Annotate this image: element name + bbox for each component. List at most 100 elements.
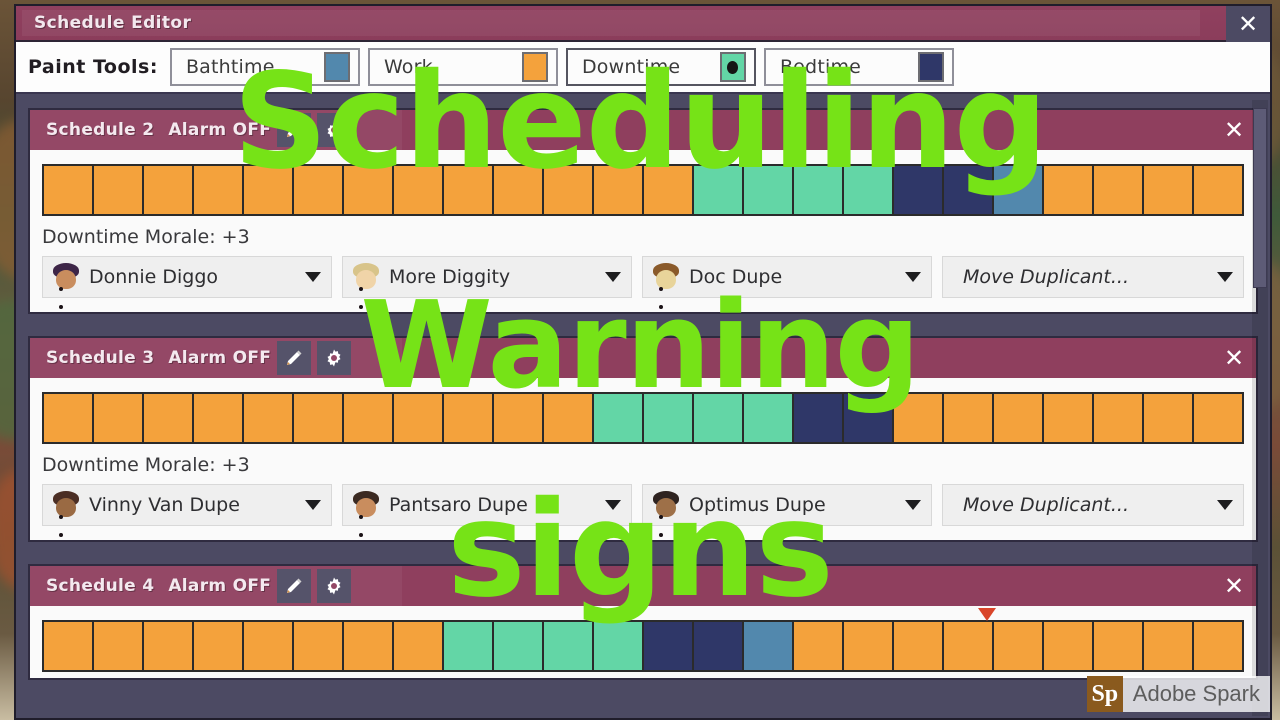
schedule-block[interactable] [994,622,1044,670]
schedule-block[interactable] [594,166,644,214]
schedule-block[interactable] [394,622,444,670]
schedule-block[interactable] [394,394,444,442]
schedule-block[interactable] [1194,166,1242,214]
schedule-block[interactable] [144,394,194,442]
move-duplicant-dropdown[interactable]: Move Duplicant... [942,256,1244,298]
schedule-block[interactable] [444,394,494,442]
schedule-block[interactable] [494,394,544,442]
duplicant-dropdown[interactable]: Optimus Dupe [642,484,932,537]
schedule-block[interactable] [494,166,544,214]
schedule-block[interactable] [594,394,644,442]
schedule-block[interactable] [444,166,494,214]
schedule-block[interactable] [844,622,894,670]
paint-tool-downtime[interactable]: Downtime [565,48,756,86]
schedule-block[interactable] [644,622,694,670]
duplicant-name: Optimus Dupe [689,494,826,516]
schedule-block[interactable] [894,394,944,442]
schedule-block[interactable] [1044,394,1094,442]
paint-tool-work[interactable]: Work [367,48,558,86]
schedule-block[interactable] [794,166,844,214]
schedule-close-button[interactable]: ✕ [1212,338,1256,378]
schedule-block[interactable] [94,166,144,214]
schedule-block[interactable] [944,394,994,442]
schedule-block[interactable] [594,622,644,670]
schedule-block[interactable] [294,394,344,442]
schedule-blocks-row [30,606,1256,678]
schedule-block[interactable] [1144,622,1194,670]
schedule-block[interactable] [494,622,544,670]
schedule-block[interactable] [394,166,444,214]
schedule-block[interactable] [1044,166,1094,214]
duplicant-dropdown[interactable]: Pantsaro Dupe [342,484,632,537]
schedule-block[interactable] [144,166,194,214]
schedule-alarm-status: Alarm OFF [168,348,272,368]
schedule-block[interactable] [44,622,94,670]
schedule-block[interactable] [844,394,894,442]
schedule-block[interactable] [944,166,994,214]
schedule-block[interactable] [1194,394,1242,442]
schedule-block[interactable] [744,622,794,670]
schedule-block[interactable] [194,622,244,670]
schedule-list[interactable]: Schedule 2 Alarm OFF ✕ Downtime Morale: +3 D… [16,94,1270,718]
schedule-block[interactable] [294,622,344,670]
schedule-block[interactable] [1094,166,1144,214]
schedule-block[interactable] [644,394,694,442]
schedule-block[interactable] [1094,622,1144,670]
schedule-close-button[interactable]: ✕ [1212,110,1256,150]
duplicant-dropdown[interactable]: More Diggity [342,256,632,309]
schedule-name: Schedule 2 [46,120,155,140]
schedule-blocks-row [30,378,1256,450]
schedule-block[interactable] [1194,622,1242,670]
schedule-block[interactable] [894,166,944,214]
duplicant-dropdown[interactable]: Vinny Van Dupe [42,484,332,537]
schedule-block[interactable] [694,622,744,670]
schedule-block[interactable] [244,622,294,670]
schedule-block[interactable] [1094,394,1144,442]
duplicant-dropdown[interactable]: Doc Dupe [642,256,932,309]
schedule-block[interactable] [94,394,144,442]
chevron-down-icon [305,500,321,510]
schedule-block[interactable] [44,166,94,214]
vertical-scrollbar[interactable] [1252,100,1268,716]
schedule-block[interactable] [1144,166,1194,214]
duplicant-name: Vinny Van Dupe [89,494,240,516]
paint-tool-bedtime[interactable]: Bedtime [763,48,954,86]
duplicant-dropdown[interactable]: Donnie Diggo [42,256,332,309]
schedule-block[interactable] [444,622,494,670]
schedule-block[interactable] [744,166,794,214]
schedule-block[interactable] [744,394,794,442]
schedule-block[interactable] [144,622,194,670]
schedule-block[interactable] [44,394,94,442]
move-duplicant-dropdown[interactable]: Move Duplicant... [942,484,1244,526]
duplicant-portrait [651,262,681,309]
schedule-block[interactable] [944,622,994,670]
schedule-block[interactable] [94,622,144,670]
schedule-block[interactable] [1144,394,1194,442]
schedule-alarm-status: Alarm OFF [168,120,272,140]
schedule-block[interactable] [894,622,944,670]
schedule-block[interactable] [344,622,394,670]
schedule-block[interactable] [994,394,1044,442]
schedule-block[interactable] [794,622,844,670]
schedule-block[interactable] [844,166,894,214]
schedule-block[interactable] [694,166,744,214]
schedule-block[interactable] [194,394,244,442]
paint-tool-bathtime[interactable]: Bathtime [169,48,360,86]
window-close-button[interactable]: ✕ [1226,6,1270,42]
schedule-block[interactable] [544,166,594,214]
schedule-block[interactable] [244,394,294,442]
schedule-block[interactable] [1044,622,1094,670]
scrollbar-thumb[interactable] [1253,108,1267,288]
schedule-block[interactable] [794,394,844,442]
schedule-block[interactable] [344,166,394,214]
schedule-block[interactable] [294,166,344,214]
schedule-block[interactable] [644,166,694,214]
schedule-close-button[interactable]: ✕ [1212,566,1256,606]
schedule-block[interactable] [544,394,594,442]
schedule-block[interactable] [344,394,394,442]
schedule-block[interactable] [694,394,744,442]
schedule-block[interactable] [244,166,294,214]
schedule-block[interactable] [194,166,244,214]
schedule-block[interactable] [994,166,1044,214]
schedule-block[interactable] [544,622,594,670]
